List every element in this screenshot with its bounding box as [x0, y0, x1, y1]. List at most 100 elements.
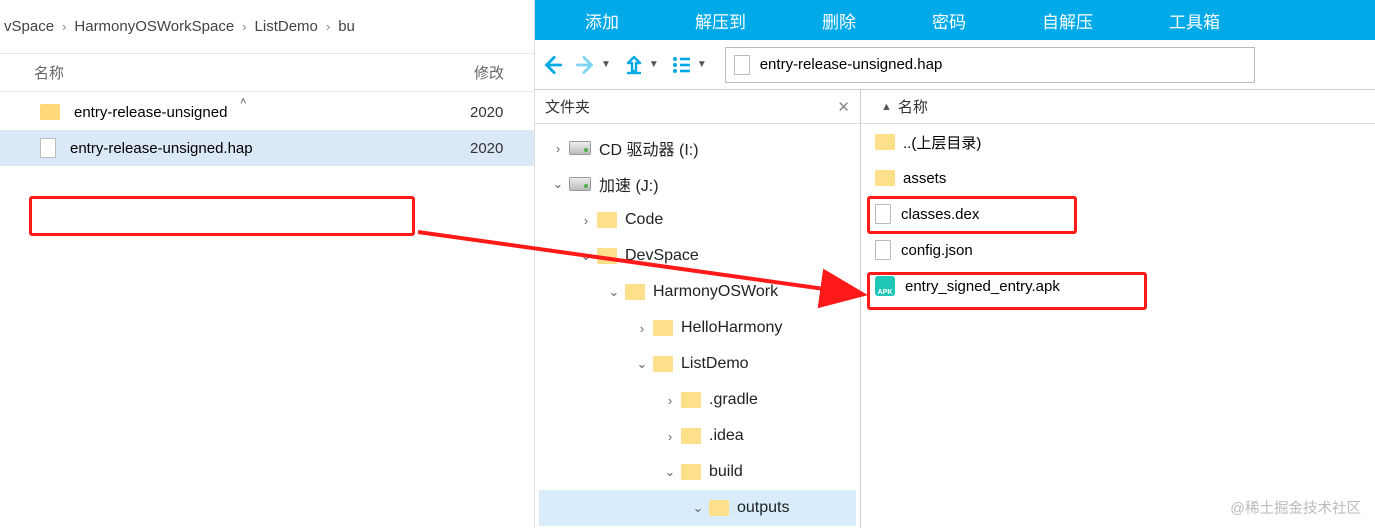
- folder-tree-pane: 文件夹 ✕ › CD 驱动器 (I:) ⌄ 加速 (J:) › Code ⌄ DevSp…: [535, 90, 861, 528]
- breadcrumb-part-3[interactable]: bu: [334, 18, 359, 35]
- tree-node-gradle[interactable]: › .gradle: [539, 382, 856, 418]
- tree-node-drive-i[interactable]: › CD 驱动器 (I:): [539, 130, 856, 166]
- folder-icon: [653, 356, 673, 372]
- tree-node-helloharmony[interactable]: › HelloHarmony: [539, 310, 856, 346]
- tree-label: outputs: [737, 499, 789, 517]
- list-item-apk[interactable]: APKentry_signed_entry.apk: [861, 268, 1375, 304]
- breadcrumb-part-0[interactable]: vSpace: [0, 18, 58, 35]
- collapse-icon[interactable]: ⌄: [663, 464, 677, 480]
- apk-icon: APK: [875, 276, 895, 296]
- ribbon-password[interactable]: 密码: [932, 8, 966, 33]
- annotation-box: [29, 196, 415, 236]
- folder-icon: [597, 212, 617, 228]
- tree-label: HelloHarmony: [681, 319, 782, 337]
- tree-label: CD 驱动器 (I:): [599, 136, 699, 160]
- item-label: ..(上层目录): [903, 132, 981, 153]
- tree-node-idea[interactable]: › .idea: [539, 418, 856, 454]
- tree-node-drive-j[interactable]: ⌄ 加速 (J:): [539, 166, 856, 202]
- folder-icon: [653, 320, 673, 336]
- tree-label: .gradle: [709, 391, 758, 409]
- tree-node-code[interactable]: › Code: [539, 202, 856, 238]
- archive-file-list: ▲ 名称 ..(上层目录) assets classes.dex config.…: [861, 90, 1375, 528]
- tree-node-listdemo[interactable]: ⌄ ListDemo: [539, 346, 856, 382]
- breadcrumb-sep: ›: [58, 19, 70, 34]
- ribbon-delete[interactable]: 删除: [822, 8, 856, 33]
- drive-icon: [569, 141, 591, 155]
- collapse-icon[interactable]: ⌄: [691, 500, 705, 516]
- collapse-icon[interactable]: ⌄: [635, 356, 649, 372]
- column-modified-header[interactable]: 修改: [470, 62, 504, 83]
- breadcrumb-sep: ›: [238, 19, 250, 34]
- address-bar[interactable]: entry-release-unsigned.hap: [725, 47, 1255, 83]
- file-icon: [875, 204, 891, 224]
- folder-icon: [875, 170, 895, 186]
- tree-header-label: 文件夹: [545, 96, 590, 117]
- expand-icon[interactable]: ›: [663, 429, 677, 444]
- nav-list-button[interactable]: [665, 48, 699, 82]
- nav-toolbar: ▼ ▼ ▼ entry-release-unsigned.hap: [535, 40, 1375, 90]
- file-date: 2020: [470, 140, 503, 157]
- list-header[interactable]: ▲ 名称: [861, 90, 1375, 124]
- tree-node-devspace[interactable]: ⌄ DevSpace: [539, 238, 856, 274]
- dropdown-icon[interactable]: ▼: [697, 59, 707, 70]
- list-item-classes-dex[interactable]: classes.dex: [861, 196, 1375, 232]
- tree-label: Code: [625, 211, 663, 229]
- tree-label: build: [709, 463, 743, 481]
- breadcrumb[interactable]: vSpace › HarmonyOSWorkSpace › ListDemo ›…: [0, 0, 534, 54]
- tree-label: .idea: [709, 427, 744, 445]
- folder-icon: [681, 392, 701, 408]
- list-item-parent[interactable]: ..(上层目录): [861, 124, 1375, 160]
- tree-label: ListDemo: [681, 355, 749, 373]
- item-label: classes.dex: [901, 206, 979, 223]
- folder-icon: [709, 500, 729, 516]
- address-text: entry-release-unsigned.hap: [760, 56, 943, 73]
- ribbon-toolbar: 添加 解压到 删除 密码 自解压 工具箱: [535, 0, 1375, 40]
- file-row-hap[interactable]: entry-release-unsigned.hap 2020: [0, 130, 534, 166]
- tree-label: DevSpace: [625, 247, 699, 265]
- drive-icon: [569, 177, 591, 191]
- file-date: 2020: [470, 104, 503, 121]
- collapse-icon[interactable]: ⌄: [551, 176, 565, 192]
- column-name-header[interactable]: 名称: [0, 62, 470, 83]
- explorer-pane: vSpace › HarmonyOSWorkSpace › ListDemo ›…: [0, 0, 534, 528]
- tree-node-harmonywork[interactable]: ⌄ HarmonyOSWork: [539, 274, 856, 310]
- breadcrumb-part-1[interactable]: HarmonyOSWorkSpace: [70, 18, 238, 35]
- tree-node-outputs[interactable]: ⌄ outputs: [539, 490, 856, 526]
- file-icon: [875, 240, 891, 260]
- file-name: entry-release-unsigned: [74, 104, 227, 121]
- file-icon: [734, 55, 750, 75]
- dropdown-icon[interactable]: ▼: [601, 59, 611, 70]
- nav-back-button[interactable]: [535, 48, 569, 82]
- sort-asc-icon: ˄: [240, 96, 246, 108]
- collapse-icon[interactable]: ⌄: [607, 284, 621, 300]
- list-header-label: 名称: [898, 96, 928, 117]
- ribbon-extract[interactable]: 解压到: [695, 8, 746, 33]
- nav-up-button[interactable]: [617, 48, 651, 82]
- folder-icon: [40, 104, 60, 120]
- nav-forward-button[interactable]: [569, 48, 603, 82]
- expand-icon[interactable]: ›: [663, 393, 677, 408]
- folder-icon: [597, 248, 617, 264]
- close-tree-icon[interactable]: ✕: [837, 98, 850, 116]
- expand-icon[interactable]: ›: [635, 321, 649, 336]
- tree-node-build[interactable]: ⌄ build: [539, 454, 856, 490]
- list-item-assets[interactable]: assets: [861, 160, 1375, 196]
- tree-label: 加速 (J:): [599, 172, 659, 196]
- folder-icon: [681, 428, 701, 444]
- expand-icon[interactable]: ›: [579, 213, 593, 228]
- ribbon-sfx[interactable]: 自解压: [1042, 8, 1093, 33]
- tree-label: HarmonyOSWork: [653, 283, 778, 301]
- archive-pane: 添加 解压到 删除 密码 自解压 工具箱 ▼ ▼ ▼ entry-release…: [534, 0, 1375, 528]
- folder-icon: [875, 134, 895, 150]
- dropdown-icon[interactable]: ▼: [649, 59, 659, 70]
- folder-icon: [681, 464, 701, 480]
- expand-icon[interactable]: ›: [551, 141, 565, 156]
- list-item-config-json[interactable]: config.json: [861, 232, 1375, 268]
- ribbon-add[interactable]: 添加: [585, 8, 619, 33]
- folder-tree: › CD 驱动器 (I:) ⌄ 加速 (J:) › Code ⌄ DevSpace ⌄ H…: [535, 124, 860, 532]
- breadcrumb-part-2[interactable]: ListDemo: [251, 18, 322, 35]
- file-row-folder[interactable]: entry-release-unsigned 2020: [0, 94, 534, 130]
- ribbon-toolbox[interactable]: 工具箱: [1169, 8, 1220, 33]
- collapse-icon[interactable]: ⌄: [579, 248, 593, 264]
- item-label: assets: [903, 170, 946, 187]
